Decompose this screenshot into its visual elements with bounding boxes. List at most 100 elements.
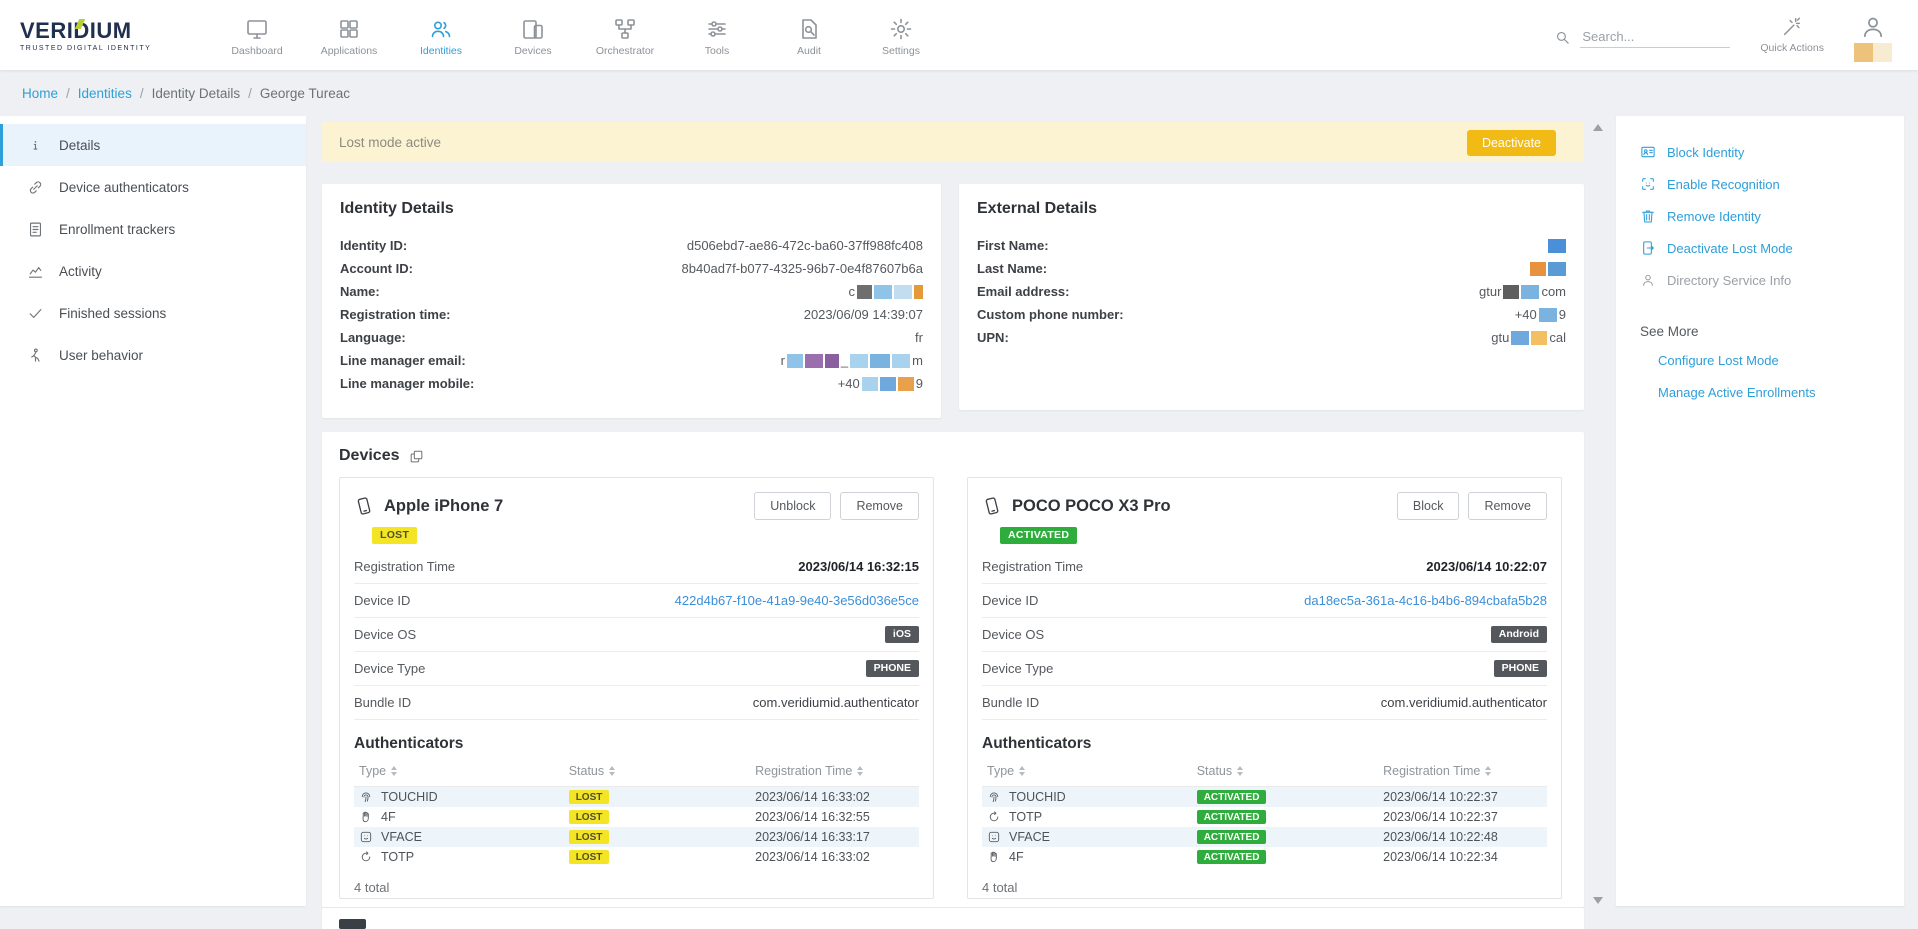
copy-icon[interactable]: [409, 449, 424, 464]
redaction-block: [1548, 262, 1566, 276]
sidebar-item-details[interactable]: Details: [0, 124, 306, 166]
field-label: Last Name:: [977, 261, 1047, 276]
column-header-registration-time[interactable]: Registration Time: [755, 764, 919, 778]
authenticator-row: VFACELOST2023/06/14 16:33:17: [354, 827, 919, 847]
sidebar-item-enrollment-trackers[interactable]: Enrollment trackers: [0, 208, 306, 250]
field-label: First Name:: [977, 238, 1049, 253]
column-header-status[interactable]: Status: [569, 764, 755, 778]
clipped-section-heading: [339, 919, 366, 929]
nav-items: DashboardApplicationsIdentitiesDevicesOr…: [216, 13, 942, 57]
sidebar-item-finished-sessions[interactable]: Finished sessions: [0, 292, 306, 334]
behavior-icon: [27, 347, 44, 364]
identity-actions-panel: Block IdentityEnable RecognitionRemove I…: [1616, 116, 1904, 906]
field-row: Email address:gturcom: [977, 280, 1566, 303]
dashboard-icon: [245, 17, 269, 41]
authenticator-registration-time: 2023/06/14 10:22:48: [1383, 830, 1547, 844]
check-icon: [27, 305, 44, 322]
user-avatar[interactable]: [1854, 14, 1892, 62]
block-device-button[interactable]: Block: [1397, 492, 1460, 520]
id-card-icon: [1640, 144, 1656, 160]
action-remove-identity[interactable]: Remove Identity: [1640, 200, 1904, 232]
authenticator-status-badge: ACTIVATED: [1197, 830, 1267, 844]
breadcrumb-separator: /: [66, 86, 70, 101]
see-more-configure-lost-mode[interactable]: Configure Lost Mode: [1658, 353, 1904, 368]
device-device-type-badge: PHONE: [866, 660, 919, 677]
brand-tagline: TRUSTED DIGITAL IDENTITY: [20, 45, 180, 52]
device-id-link[interactable]: da18ec5a-361a-4c16-b4b6-894cbafa5b28: [1304, 593, 1547, 608]
sidebar-item-label: Details: [59, 138, 100, 153]
remove-device-button[interactable]: Remove: [840, 492, 919, 520]
sidebar-item-user-behavior[interactable]: User behavior: [0, 334, 306, 376]
device-field-row: Registration Time2023/06/14 10:22:07: [982, 550, 1547, 584]
column-header-type[interactable]: Type: [354, 764, 569, 778]
main-scrollbar[interactable]: [1590, 120, 1606, 908]
field-value: r_m: [781, 353, 923, 368]
nav-item-orchestrator[interactable]: Orchestrator: [584, 13, 666, 57]
field-value-text: +40: [1515, 307, 1537, 322]
column-header-registration-time[interactable]: Registration Time: [1383, 764, 1547, 778]
device-id-link[interactable]: 422d4b67-f10e-41a9-9e40-3e56d036e5ce: [675, 593, 919, 608]
authenticator-type: TOTP: [381, 850, 414, 864]
authenticators-table-header: TypeStatusRegistration Time: [354, 757, 919, 787]
device-card-header: POCO POCO X3 ProBlockRemove: [968, 492, 1561, 520]
hand-icon: [359, 810, 373, 824]
nav-item-applications[interactable]: Applications: [308, 13, 390, 57]
veridium-logo[interactable]: VERIDIUM TRUSTED DIGITAL IDENTITY: [20, 18, 180, 52]
see-more-manage-active-enrollments[interactable]: Manage Active Enrollments: [1658, 385, 1904, 400]
nav-item-dashboard[interactable]: Dashboard: [216, 13, 298, 57]
activity-icon: [27, 263, 44, 280]
left-sidebar: Details Device authenticators Enrollment t…: [0, 116, 306, 906]
action-block-identity[interactable]: Block Identity: [1640, 136, 1904, 168]
nav-item-audit[interactable]: Audit: [768, 13, 850, 57]
field-value: c: [849, 284, 924, 299]
tools-icon: [705, 17, 729, 41]
scroll-down-arrow[interactable]: [1593, 897, 1603, 904]
sidebar-item-label: Activity: [59, 264, 102, 279]
sidebar-item-device-authenticators[interactable]: Device authenticators: [0, 166, 306, 208]
external-details-fields: First Name: Last Name: Email address:gturc…: [977, 234, 1566, 349]
authenticators-total: 4 total: [354, 880, 919, 895]
action-enable-recognition[interactable]: Enable Recognition: [1640, 168, 1904, 200]
identity-details-fields: Identity ID:d506ebd7-ae86-472c-ba60-37ff…: [340, 234, 923, 395]
scroll-up-arrow[interactable]: [1593, 124, 1603, 131]
breadcrumb-identities[interactable]: Identities: [78, 86, 132, 101]
sidebar-item-activity[interactable]: Activity: [0, 250, 306, 292]
authenticator-row: TOUCHIDLOST2023/06/14 16:33:02: [354, 787, 919, 807]
deactivate-button[interactable]: Deactivate: [1467, 130, 1556, 156]
authenticator-type: VFACE: [381, 830, 422, 844]
column-header-type[interactable]: Type: [982, 764, 1197, 778]
chain-icon: [27, 179, 44, 196]
authenticators-title: Authenticators: [354, 735, 919, 753]
field-value-text: gtur: [1479, 284, 1501, 299]
quick-actions-button[interactable]: Quick Actions: [1760, 16, 1824, 54]
action-deactivate-lost-mode[interactable]: Deactivate Lost Mode: [1640, 232, 1904, 264]
search-input[interactable]: [1580, 26, 1730, 48]
field-value-text: +40: [838, 376, 860, 391]
field-label: Account ID:: [340, 261, 413, 276]
field-value-text: gtu: [1491, 330, 1509, 345]
device-field-label: Device Type: [354, 661, 425, 676]
redaction-block: [874, 285, 892, 299]
authenticator-row: TOUCHIDACTIVATED2023/06/14 10:22:37: [982, 787, 1547, 807]
redaction-block: [1521, 285, 1539, 299]
field-row: Name:c: [340, 280, 923, 303]
authenticator-type: 4F: [381, 810, 396, 824]
banner-text: Lost mode active: [339, 135, 441, 150]
devices-title-row: Devices: [339, 447, 1567, 465]
remove-device-button[interactable]: Remove: [1468, 492, 1547, 520]
nav-item-tools[interactable]: Tools: [676, 13, 758, 57]
redaction-block: [1854, 43, 1873, 62]
nav-item-settings[interactable]: Settings: [860, 13, 942, 57]
field-value-text: fr: [915, 330, 923, 345]
column-header-status[interactable]: Status: [1197, 764, 1383, 778]
breadcrumb-home[interactable]: Home: [22, 86, 58, 101]
nav-item-devices[interactable]: Devices: [492, 13, 574, 57]
nav-item-identities[interactable]: Identities: [400, 13, 482, 57]
sidebar-item-label: Enrollment trackers: [59, 222, 175, 237]
sort-icon: [609, 766, 615, 776]
column-header-label: Status: [1197, 764, 1232, 778]
device-device-os-badge: Android: [1491, 626, 1547, 643]
info-icon: [27, 137, 44, 154]
redaction-block: [1873, 43, 1892, 62]
unblock-device-button[interactable]: Unblock: [754, 492, 831, 520]
